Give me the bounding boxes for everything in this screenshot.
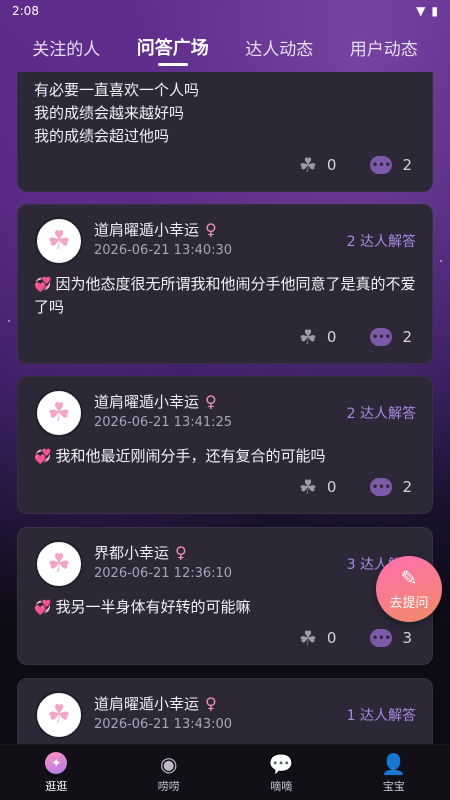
feed-list[interactable]: 有必要一直喜欢一个人吗 我的成绩会越来越好吗 我的成绩会超过他吗 ☘ 0 •••… [0,72,450,744]
ask-question-button[interactable]: ✎ 去提问 [376,556,442,622]
username: 道肩曜遁小幸运 ♀ [94,693,217,714]
question-line: 因为他态度很无所谓我和他闹分手他同意了是真的不爱了吗 [34,275,416,316]
post-stats: ☘ 0 ••• 3 [299,626,412,650]
post-stats: ☘ 0 ••• 2 [299,325,412,349]
nav-item-messages[interactable]: 💬 嘀嘀 [241,752,321,794]
like-count: 0 [326,629,337,647]
avatar[interactable]: ☘ [35,691,83,739]
tab-expert-updates[interactable]: 达人动态 [241,29,317,66]
nav-item-browse[interactable]: ✦ 逛逛 [16,751,96,794]
question-line: 我另一半身体有好转的可能嘛 [55,598,251,616]
comment-icon[interactable]: ••• [370,478,393,496]
question-line: 我的成绩会越来越好吗 [34,104,185,122]
wifi-icon: ▼ [416,4,426,18]
like-count: 0 [326,478,337,496]
user-icon: 👤 [381,751,407,776]
female-icon: ♀ [205,392,217,411]
clover-like-icon[interactable]: ☘ [299,626,317,650]
post-stats: ☘ 0 ••• 2 [299,153,412,177]
clover-icon: ☘ [47,549,71,579]
tab-qa-square[interactable]: 问答广场 [133,28,213,66]
username-text: 道肩曜遁小幸运 [94,695,200,713]
hearts-icon: 💞 [34,600,52,616]
post-stats: ☘ 0 ••• 2 [299,475,412,499]
post-card[interactable]: ☘ 道肩曜遁小幸运 ♀ 2026-06-21 13:43:00 1 达人解答 [17,678,433,744]
username: 道肩曜遁小幸运 ♀ [94,391,217,412]
hearts-icon: 💞 [34,277,52,293]
post-time: 2026-06-21 13:40:30 [94,243,233,258]
comment-count: 2 [402,478,412,496]
question-text: 💞 因为他态度很无所谓我和他闹分手他同意了是真的不爱了吗 [34,273,424,318]
post-time: 2026-06-21 12:36:10 [94,566,233,581]
comment-count: 3 [402,629,412,647]
post-card[interactable]: ☘ 道肩曜遁小幸运 ♀ 2026-06-21 13:40:30 2 达人解答 💞… [17,204,433,364]
top-tabs: 关注的人 问答广场 达人动态 用户动态 [0,22,450,72]
expert-answers-link[interactable]: 1 达人解答 [347,705,416,725]
planet-icon: ◉ [160,751,178,776]
comment-icon[interactable]: ••• [370,156,393,174]
compass-icon: ✦ [45,751,68,774]
clover-icon: ☘ [47,226,71,256]
female-icon: ♀ [205,694,217,713]
username-text: 道肩曜遁小幸运 [94,393,200,411]
comment-icon[interactable]: ••• [370,629,393,647]
post-card[interactable]: 有必要一直喜欢一个人吗 我的成绩会越来越好吗 我的成绩会超过他吗 ☘ 0 •••… [17,72,433,192]
username: 界都小幸运 ♀ [94,542,187,563]
nav-label: 唠唠 [157,779,180,793]
nav-item-chat[interactable]: ◉ 唠唠 [129,752,209,794]
post-time: 2026-06-21 13:41:25 [94,415,233,430]
tab-following[interactable]: 关注的人 [28,29,104,66]
clover-like-icon[interactable]: ☘ [299,153,317,177]
question-text: 有必要一直喜欢一个人吗 我的成绩会越来越好吗 我的成绩会超过他吗 [34,79,199,148]
nav-label: 宝宝 [382,779,405,793]
question-line: 我和他最近刚闹分手，还有复合的可能吗 [55,447,326,465]
clover-like-icon[interactable]: ☘ [299,475,317,499]
message-bubble-icon: 💬 [268,751,294,776]
comment-count: 2 [402,328,412,346]
question-text: 💞 我和他最近刚闹分手，还有复合的可能吗 [34,445,424,468]
hearts-icon: 💞 [34,449,52,465]
username-text: 道肩曜遁小幸运 [94,221,200,239]
nav-label: 嘀嘀 [270,779,293,793]
question-line: 有必要一直喜欢一个人吗 [34,81,200,99]
clover-icon: ☘ [47,700,71,730]
tab-user-updates[interactable]: 用户动态 [346,29,422,66]
status-bar: 2:08 ▼ ▮ [0,0,450,22]
battery-icon: ▮ [431,4,438,18]
expert-answers-link[interactable]: 2 达人解答 [347,231,416,251]
username: 道肩曜遁小幸运 ♀ [94,219,217,240]
like-count: 0 [326,156,337,174]
post-card[interactable]: ☘ 道肩曜遁小幸运 ♀ 2026-06-21 13:41:25 2 达人解答 💞… [17,376,433,514]
post-time: 2026-06-21 13:43:00 [94,717,233,732]
post-card[interactable]: ☘ 界都小幸运 ♀ 2026-06-21 12:36:10 3 达人解答 💞 我另… [17,527,433,665]
like-count: 0 [326,328,337,346]
clover-icon: ☘ [47,398,71,428]
bottom-nav: ✦ 逛逛 ◉ 唠唠 💬 嘀嘀 👤 宝宝 [0,744,450,800]
question-text: 💞 我另一半身体有好转的可能嘛 [34,596,424,619]
status-time: 2:08 [12,4,39,18]
avatar[interactable]: ☘ [35,217,83,265]
username-text: 界都小幸运 [94,544,170,562]
nav-item-profile[interactable]: 👤 宝宝 [354,752,434,794]
question-line: 我的成绩会超过他吗 [34,127,170,145]
clover-like-icon[interactable]: ☘ [299,325,317,349]
comment-icon[interactable]: ••• [370,328,393,346]
female-icon: ♀ [175,543,187,562]
avatar[interactable]: ☘ [35,389,83,437]
nav-label: 逛逛 [45,779,68,793]
avatar[interactable]: ☘ [35,540,83,588]
ask-question-label: 去提问 [389,595,429,611]
pen-icon: ✎ [400,565,418,590]
expert-answers-link[interactable]: 2 达人解答 [347,403,416,423]
female-icon: ♀ [205,220,217,239]
comment-count: 2 [402,156,412,174]
